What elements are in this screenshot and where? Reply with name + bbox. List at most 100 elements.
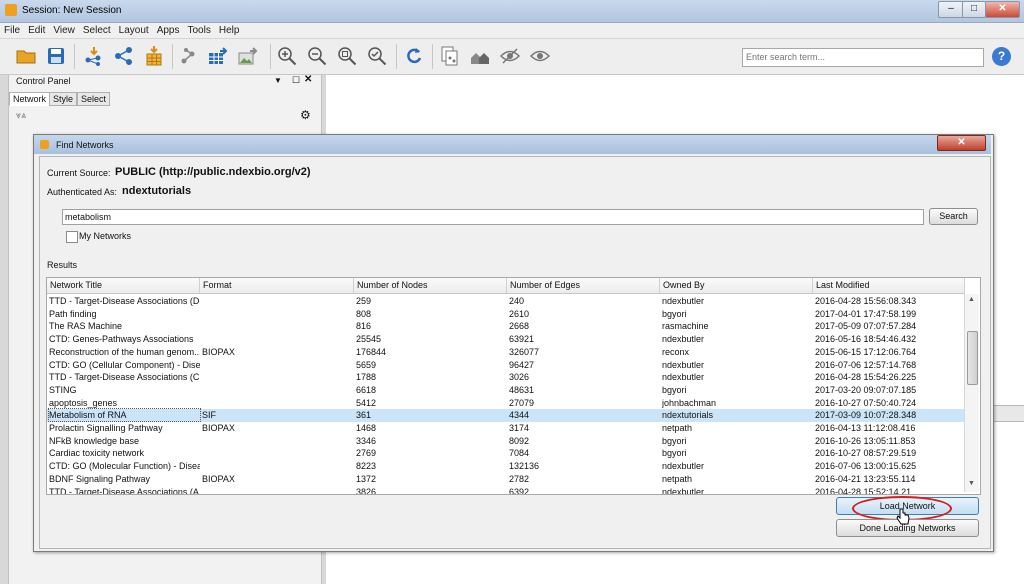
scrollbar-thumb[interactable]: [967, 331, 978, 385]
query-input[interactable]: metabolism: [62, 209, 924, 225]
scroll-up-icon[interactable]: ▲: [968, 296, 975, 303]
export-table-icon[interactable]: [208, 46, 228, 66]
cell-edges: 2668: [509, 321, 530, 332]
menu-view[interactable]: View: [49, 23, 79, 38]
window-title: Session: New Session: [22, 5, 122, 16]
hide-selected-icon[interactable]: [500, 46, 520, 66]
table-row[interactable]: CTD: GO (Molecular Function) - Disea... 8…: [47, 460, 965, 473]
search-button[interactable]: Search: [929, 208, 978, 225]
cell-edges: 3174: [509, 423, 530, 433]
maximize-icon[interactable]: □: [962, 1, 986, 18]
collapse-all-icon[interactable]: ⩔⩓: [16, 110, 26, 121]
table-row[interactable]: NFkB knowledge base 3346 8092 bgyori 2016-10…: [47, 435, 965, 448]
current-source-value: PUBLIC (http://public.ndexbio.org/v2): [115, 166, 311, 178]
table-row[interactable]: BDNF Signaling Pathway BIOPAX 1372 2782 netp…: [47, 473, 965, 486]
table-row[interactable]: Prolactin Signalling Pathway BIOPAX 1468 31…: [47, 422, 965, 435]
help-icon[interactable]: ?: [992, 47, 1011, 66]
cell-edges: 63921: [509, 334, 535, 345]
dialog-app-icon: [40, 140, 49, 149]
cell-format: [202, 308, 352, 320]
export-image-icon[interactable]: [238, 46, 258, 66]
import-network-icon[interactable]: [84, 46, 104, 66]
column-header-edges[interactable]: Number of Edges: [507, 278, 660, 293]
cell-title: Metabolism of RNA: [48, 408, 201, 423]
table-row[interactable]: Reconstruction of the human genom... BIOP…: [47, 346, 965, 359]
cell-title: Path finding: [49, 308, 97, 319]
cell-owner: ndexbutler: [662, 359, 705, 370]
zoom-in-icon[interactable]: [277, 46, 297, 66]
table-row[interactable]: Metabolism of RNA SIF 361 4344 ndextutorials…: [47, 408, 965, 423]
tab-network[interactable]: Network: [9, 92, 51, 106]
column-header-modified[interactable]: Last Modified: [813, 278, 965, 293]
cell-modified: 2017-03-09 10:07:28.348: [815, 410, 917, 421]
cell-edges: 7084: [509, 448, 530, 459]
minimize-icon[interactable]: –: [938, 1, 964, 18]
menu-tools[interactable]: Tools: [183, 23, 214, 38]
table-row[interactable]: STING 6618 48631 bgyori 2017-03-20 09:07:07.…: [47, 384, 965, 397]
cell-edges: 132136: [509, 461, 540, 472]
cell-format: [202, 295, 352, 307]
menu-select[interactable]: Select: [79, 23, 115, 38]
column-header-format[interactable]: Format: [200, 278, 354, 293]
export-network-icon[interactable]: [180, 46, 200, 66]
column-header-owner[interactable]: Owned By: [660, 278, 813, 293]
table-row[interactable]: TTD - Target-Disease Associations (C... 1…: [47, 371, 965, 384]
cell-title: NFkB knowledge base: [49, 435, 140, 446]
table-row[interactable]: CTD: Genes-Pathways Associations 25545 639…: [47, 333, 965, 346]
dialog-close-icon[interactable]: ✕: [937, 135, 986, 151]
import-table-icon[interactable]: [144, 46, 164, 66]
cell-owner: ndextutorials: [662, 410, 714, 421]
cell-title: TTD - Target-Disease Associations (A...: [49, 486, 200, 495]
cell-owner: ndexbutler: [662, 296, 705, 306]
column-header-title[interactable]: Network Title: [47, 278, 200, 293]
menu-layout[interactable]: Layout: [115, 23, 153, 38]
table-scrollbar[interactable]: ▲ ▼: [964, 294, 979, 492]
float-panel-icon[interactable]: ☐: [292, 75, 300, 86]
import-network-file-icon[interactable]: [114, 46, 134, 66]
zoom-fit-icon[interactable]: [337, 46, 357, 66]
cell-owner: netpath: [662, 473, 693, 484]
toolbar-search-input[interactable]: [742, 48, 984, 67]
cell-nodes: 1468: [356, 423, 377, 433]
cell-edges: 240: [509, 296, 525, 306]
cell-edges: 8092: [509, 435, 530, 446]
menu-help[interactable]: Help: [215, 23, 244, 38]
table-row[interactable]: CTD: GO (Cellular Component) - Dise... 56…: [47, 359, 965, 372]
cell-title: CTD: Genes-Pathways Associations: [49, 334, 194, 345]
cell-title: Reconstruction of the human genom...: [49, 346, 200, 357]
table-row[interactable]: TTD - Target-Disease Associations (A... 3…: [47, 486, 965, 495]
table-row[interactable]: TTD - Target-Disease Associations (D... 2…: [47, 295, 965, 308]
menu-apps[interactable]: Apps: [153, 23, 184, 38]
menu-file[interactable]: File: [0, 23, 24, 38]
cell-edges: 6392: [509, 486, 530, 495]
cell-owner: reconx: [662, 346, 690, 357]
menu-edit[interactable]: Edit: [24, 23, 49, 38]
open-folder-icon[interactable]: [16, 46, 36, 66]
table-row[interactable]: apoptosis_genes 5412 27079 johnbachman 2016-…: [47, 397, 965, 410]
tab-style[interactable]: Style: [49, 92, 78, 106]
column-header-nodes[interactable]: Number of Nodes: [354, 278, 507, 293]
refresh-icon[interactable]: [404, 46, 424, 66]
show-all-icon[interactable]: [530, 46, 550, 66]
gear-icon[interactable]: ⚙: [300, 108, 311, 122]
cell-owner: netpath: [662, 423, 693, 433]
my-networks-checkbox[interactable]: [66, 231, 78, 243]
new-network-from-selection-icon[interactable]: [440, 46, 460, 66]
cell-modified: 2016-04-28 15:52:14.21: [815, 486, 912, 495]
table-row[interactable]: Path finding 808 2610 bgyori 2017-04-01 17:4…: [47, 308, 965, 321]
close-window-icon[interactable]: ✕: [985, 1, 1020, 18]
close-panel-icon[interactable]: ✕: [304, 74, 312, 85]
panel-menu-icon[interactable]: ▼: [274, 76, 282, 85]
cell-modified: 2016-04-21 13:23:55.114: [815, 473, 916, 484]
save-icon[interactable]: [46, 46, 66, 66]
cell-edges: 2610: [509, 308, 530, 319]
first-neighbors-icon[interactable]: [470, 46, 490, 66]
table-row[interactable]: The RAS Machine 816 2668 rasmachine 2017-05-…: [47, 320, 965, 333]
scroll-down-icon[interactable]: ▼: [968, 480, 975, 487]
zoom-selected-icon[interactable]: [367, 46, 387, 66]
table-row[interactable]: Cardiac toxicity network 2769 7084 bgyori 20…: [47, 447, 965, 460]
tab-select[interactable]: Select: [77, 92, 111, 106]
cell-nodes: 816: [356, 321, 372, 332]
cell-title: Prolactin Signalling Pathway: [49, 423, 163, 433]
zoom-out-icon[interactable]: [307, 46, 327, 66]
